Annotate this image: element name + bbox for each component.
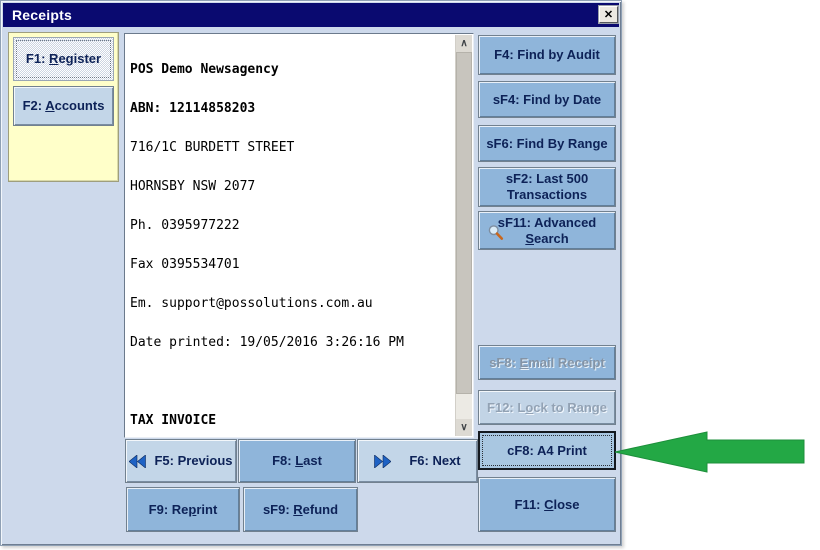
last-button[interactable]: F8: Last: [238, 439, 356, 483]
refund-button[interactable]: sF9: Refund: [243, 487, 358, 532]
green-arrow-annotation: [614, 431, 805, 473]
scroll-down-button[interactable]: ∨: [456, 419, 472, 436]
receipt-line: Date printed: 19/05/2016 3:26:16 PM: [130, 335, 404, 350]
last-500-transactions-button[interactable]: sF2: Last 500 Transactions: [478, 167, 616, 207]
window-title: Receipts: [12, 7, 72, 23]
double-chevron-right-icon: [374, 454, 392, 468]
lock-to-range-button: F12: Lock to Range: [478, 390, 616, 425]
find-by-range-button[interactable]: sF6: Find By Range: [478, 125, 616, 162]
receipt-line: 716/1C BURDETT STREET: [130, 140, 295, 155]
receipt-scrollbar[interactable]: ∧ ∨: [455, 35, 472, 436]
close-icon: ✕: [603, 9, 614, 21]
receipt-line: Em. support@possolutions.com.au: [130, 296, 373, 311]
find-by-audit-button[interactable]: F4: Find by Audit: [478, 35, 616, 75]
chevron-down-icon: ∨: [460, 421, 468, 433]
previous-button[interactable]: F5: Previous: [125, 439, 237, 483]
f2-accounts-button[interactable]: F2: Accounts: [13, 86, 114, 126]
next-button[interactable]: F6: Next: [357, 439, 478, 483]
scrollbar-thumb[interactable]: [456, 52, 472, 394]
f1-register-button[interactable]: F1: Register: [13, 37, 114, 81]
receipt-text: POS Demo Newsagency ABN: 12114858203 716…: [130, 37, 451, 435]
receipt-line: [130, 375, 451, 388]
advanced-search-button[interactable]: sF11: Advanced Search: [478, 211, 616, 250]
close-button[interactable]: ✕: [599, 6, 618, 23]
chevron-up-icon: ∧: [460, 37, 468, 49]
scroll-up-button[interactable]: ∧: [456, 35, 472, 52]
title-bar: Receipts: [3, 3, 619, 27]
receipt-line: Fax 0395534701: [130, 257, 240, 272]
receipt-viewer: POS Demo Newsagency ABN: 12114858203 716…: [124, 33, 474, 438]
double-chevron-left-icon: [129, 454, 147, 468]
email-receipt-button: sF8: Email Receipt: [478, 345, 616, 380]
receipt-line: HORNSBY NSW 2077: [130, 179, 256, 194]
receipt-line: ABN: 12114858203: [130, 101, 256, 116]
search-icon: [488, 225, 504, 240]
receipt-line: POS Demo Newsagency: [130, 62, 279, 77]
screen: Receipts ✕ F1: Register F2: Accounts POS…: [0, 0, 820, 550]
find-by-date-button[interactable]: sF4: Find by Date: [478, 81, 616, 118]
receipt-line: TAX INVOICE: [130, 413, 217, 428]
a4-print-button[interactable]: cF8: A4 Print: [478, 431, 616, 470]
receipt-line: Ph. 0395977222: [130, 218, 240, 233]
close-window-button[interactable]: F11: Close: [478, 477, 616, 532]
reprint-button[interactable]: F9: Reprint: [126, 487, 240, 532]
